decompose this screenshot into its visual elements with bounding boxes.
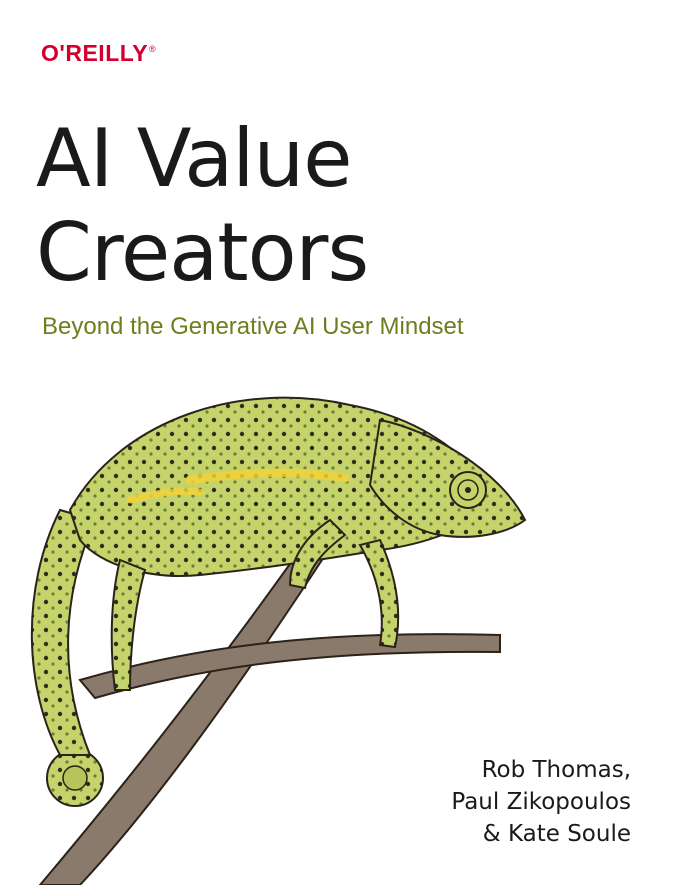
author-3: & Kate Soule <box>482 821 631 847</box>
registered-mark: ® <box>149 44 157 55</box>
author-list: Rob Thomas, Paul Zikopoulos & Kate Soule <box>451 754 631 850</box>
author-1: Rob Thomas, <box>481 757 631 783</box>
publisher-logo: O'REILLY® <box>41 40 156 67</box>
title-line-2: Creators <box>36 206 369 299</box>
branch-horizontal <box>78 633 501 700</box>
branch-main <box>38 548 324 885</box>
book-title: AI Value Creators <box>36 112 369 300</box>
chameleon-hind-leg <box>358 538 400 649</box>
book-subtitle: Beyond the Generative AI User Mindset <box>42 313 464 340</box>
publisher-name: O'REILLY <box>41 40 149 66</box>
title-line-1: AI Value <box>36 112 352 205</box>
book-cover: O'REILLY® AI Value Creators Beyond the G… <box>0 0 676 885</box>
author-2: Paul Zikopoulos <box>451 789 631 815</box>
